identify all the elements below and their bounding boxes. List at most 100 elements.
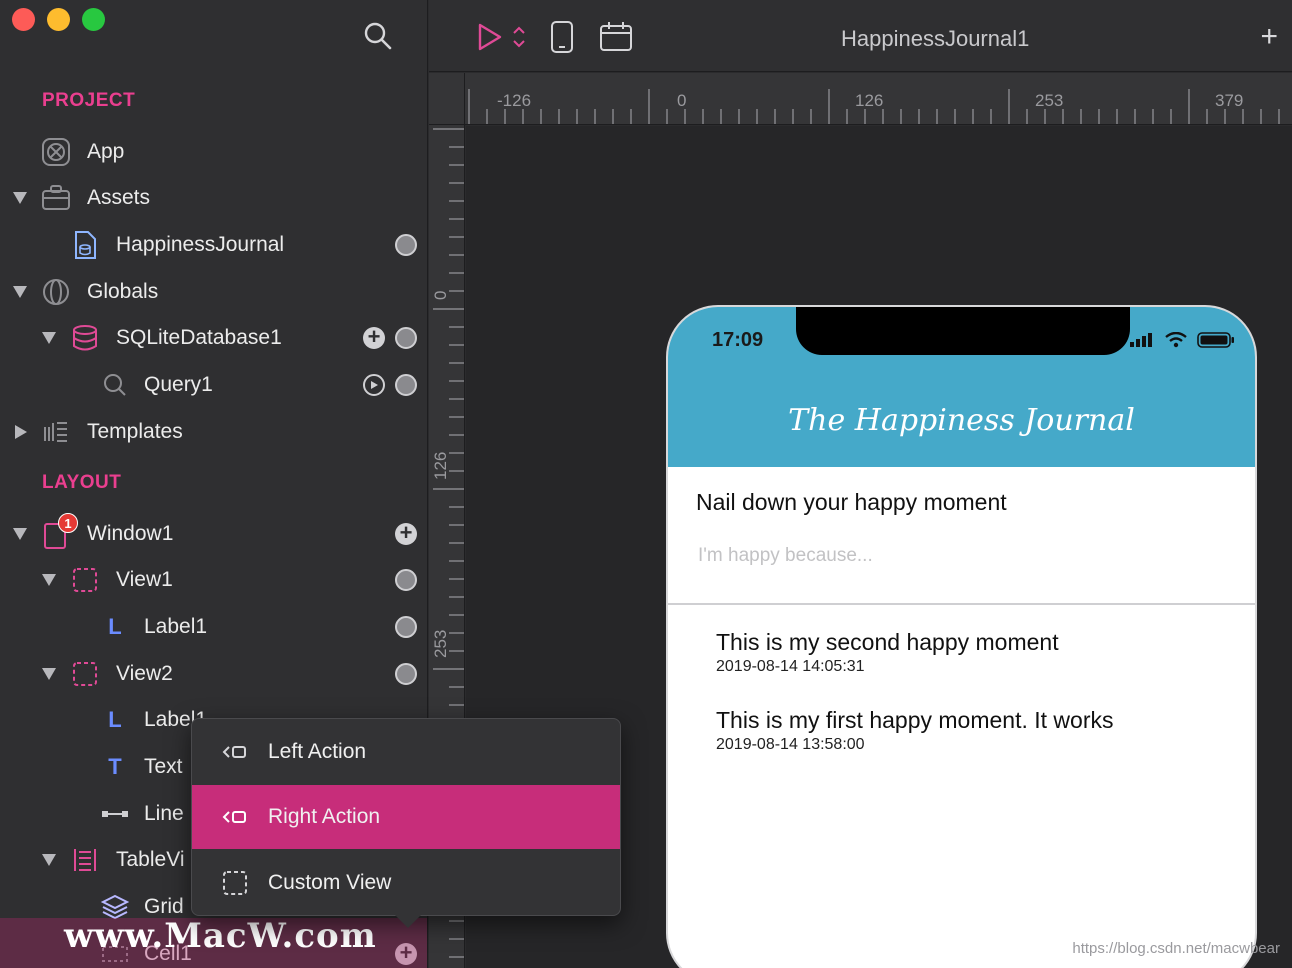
chevron-updown-icon[interactable]: [511, 24, 527, 55]
disclosure-triangle-icon[interactable]: [42, 574, 56, 586]
phone-notch: [796, 307, 1130, 355]
tree-item-label: Templates: [87, 420, 183, 443]
tree-item-label: Globals: [87, 280, 159, 303]
zoom-window-button[interactable]: [82, 8, 105, 31]
tree-item-label: Window1: [87, 522, 174, 545]
tree-item-label: View2: [116, 662, 173, 685]
custom-view-icon: [222, 870, 248, 896]
document-title: HappinessJournal1: [841, 26, 1030, 51]
play-circle-icon[interactable]: [363, 374, 385, 396]
disclosure-triangle-icon[interactable]: [42, 332, 56, 344]
swipe-action-icon: [222, 739, 248, 765]
templates-icon: [41, 417, 71, 447]
globe-icon: [41, 277, 71, 307]
menu-item-label: Left Action: [268, 740, 367, 763]
disclosure-triangle-icon[interactable]: [13, 192, 27, 204]
play-icon[interactable]: [477, 22, 503, 57]
tree-item-label: Assets: [87, 186, 151, 209]
ruler-tick-label: 0: [677, 91, 687, 110]
layout-section-heading: LAYOUT: [42, 472, 122, 493]
tree-item-view1[interactable]: View1: [0, 558, 427, 602]
prompt-label: Nail down your happy moment: [696, 489, 1007, 515]
view-container-icon: [70, 565, 100, 595]
ruler-tick-label: -126: [497, 91, 532, 110]
tree-item-label: Line: [144, 802, 184, 825]
device-icon[interactable]: [549, 20, 575, 59]
tree-item-query1[interactable]: Query1: [0, 363, 427, 407]
happy-moment-input[interactable]: I'm happy because...: [698, 545, 873, 567]
disclosure-triangle-icon[interactable]: [42, 854, 56, 866]
menu-item-label: Right Action: [268, 805, 381, 828]
tree-item-label: TableVi: [116, 848, 185, 871]
ruler-corner: [429, 73, 465, 125]
ruler-tick-label: 126: [855, 91, 884, 110]
ruler-tick-label: 253: [1035, 91, 1064, 110]
list-item[interactable]: This is my second happy moment 2019-08-1…: [716, 629, 1059, 676]
status-circle-icon[interactable]: [395, 616, 417, 638]
ruler-tick-label: 0: [431, 290, 450, 300]
entry-date: 2019-08-14 14:05:31: [716, 658, 865, 675]
close-window-button[interactable]: [12, 8, 35, 31]
tree-item-label: SQLiteDatabase1: [116, 326, 282, 349]
add-circle-icon[interactable]: +: [395, 522, 417, 545]
menu-item-right-action[interactable]: Right Action: [192, 785, 620, 849]
status-circle-icon[interactable]: [395, 327, 417, 349]
tree-item-label: App: [87, 140, 125, 163]
toolbar: HappinessJournal1 +: [429, 0, 1292, 72]
tree-item-label: Label1: [144, 615, 208, 638]
minimize-window-button[interactable]: [47, 8, 70, 31]
search-icon[interactable]: [362, 20, 394, 52]
entry-text: This is my first happy moment. It works: [716, 707, 1114, 733]
menu-item-left-action[interactable]: Left Action: [192, 720, 620, 784]
tree-item-sqlitedatabase1[interactable]: SQLiteDatabase1 +: [0, 316, 427, 360]
tree-item-label: Query1: [144, 373, 213, 396]
battery-icon: [1197, 332, 1234, 348]
status-bar-icons: [1129, 331, 1235, 349]
add-button[interactable]: +: [1260, 20, 1278, 54]
menu-item-custom-view[interactable]: Custom View: [192, 851, 620, 915]
tree-item-window1[interactable]: 1 Window1 +: [0, 512, 427, 556]
calendar-icon[interactable]: [599, 20, 633, 57]
tree-item-label: Text: [144, 755, 183, 778]
ruler-tick-label: 253: [431, 629, 450, 658]
disclosure-triangle-icon[interactable]: [13, 528, 27, 540]
status-bar-time: 17:09: [712, 329, 764, 351]
entry-text: This is my second happy moment: [716, 629, 1059, 655]
swipe-action-icon: [222, 804, 248, 830]
disclosure-triangle-icon[interactable]: [15, 425, 27, 439]
tree-item-app[interactable]: App: [0, 130, 427, 174]
ruler-tick-label: 126: [431, 451, 450, 480]
csdn-watermark: https://blog.csdn.net/macwbear: [1072, 940, 1280, 957]
text-letter-icon: T: [108, 754, 122, 779]
disclosure-triangle-icon[interactable]: [13, 286, 27, 298]
status-circle-icon[interactable]: [395, 569, 417, 591]
disclosure-triangle-icon[interactable]: [42, 668, 56, 680]
tree-item-view2[interactable]: View2: [0, 652, 427, 696]
divider-line: [668, 603, 1255, 605]
status-circle-icon[interactable]: [395, 663, 417, 685]
project-section-heading: PROJECT: [42, 90, 136, 111]
tree-item-label1[interactable]: L Label1: [0, 605, 427, 649]
horizontal-ruler[interactable]: -126 0 126 253 379: [465, 73, 1292, 125]
query-search-icon: [100, 370, 130, 400]
window-controls: [12, 8, 105, 31]
status-circle-icon[interactable]: [395, 374, 417, 396]
list-item[interactable]: This is my first happy moment. It works …: [716, 707, 1113, 754]
phone-preview[interactable]: 17:09 The Happiness Journal Nail down yo…: [666, 305, 1257, 968]
tree-item-assets[interactable]: Assets: [0, 176, 427, 220]
error-badge: 1: [58, 513, 78, 533]
tree-item-label: HappinessJournal: [116, 233, 285, 256]
add-circle-icon[interactable]: +: [363, 326, 385, 349]
add-element-menu: Left Action Right Action Custom View: [191, 718, 621, 916]
label-letter-icon: L: [108, 614, 122, 639]
tree-item-happinessjournal[interactable]: HappinessJournal: [0, 223, 427, 267]
app-icon: [41, 137, 71, 167]
macw-watermark: www.MacW.com: [64, 916, 377, 956]
app-header: 17:09 The Happiness Journal: [668, 307, 1255, 467]
status-circle-icon[interactable]: [395, 234, 417, 256]
database-icon: [70, 323, 100, 353]
app-title: The Happiness Journal: [788, 403, 1135, 438]
tree-item-templates[interactable]: Templates: [0, 410, 427, 454]
tree-item-globals[interactable]: Globals: [0, 270, 427, 314]
briefcase-icon: [41, 183, 71, 213]
